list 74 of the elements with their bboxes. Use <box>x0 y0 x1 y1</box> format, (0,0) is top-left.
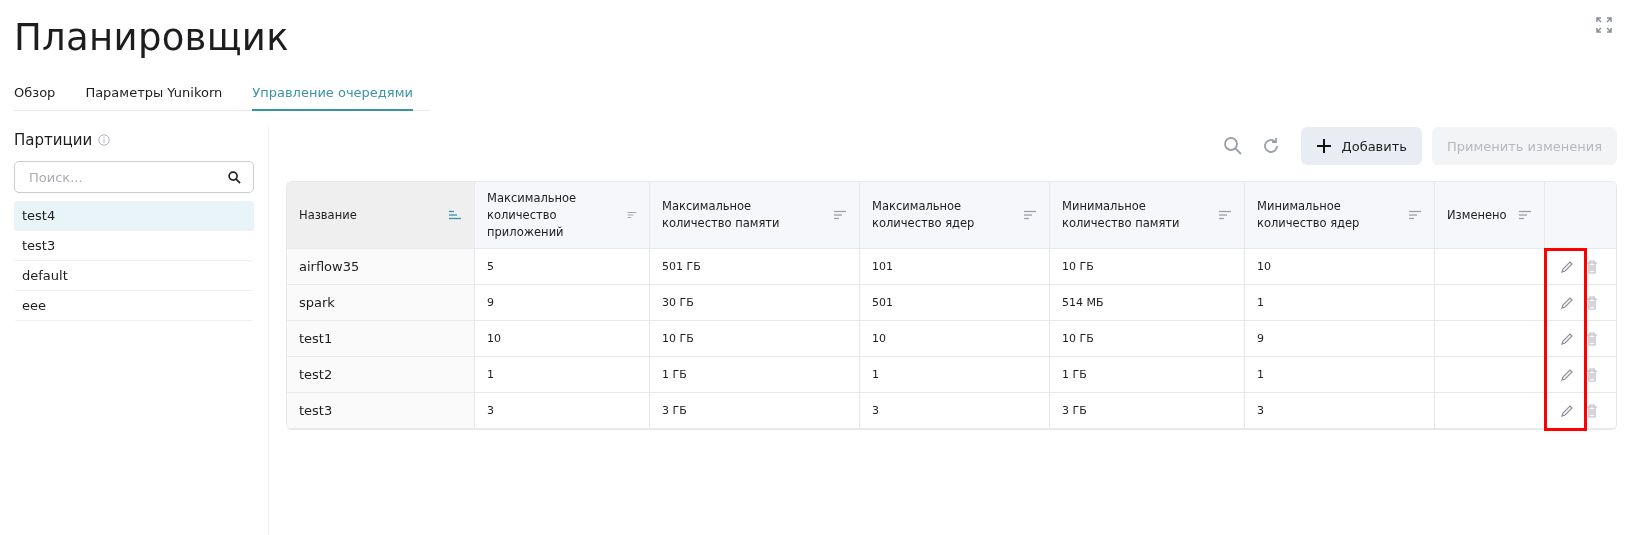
plus-icon <box>1315 138 1332 154</box>
table-cell: 9 <box>475 285 650 321</box>
table-cell: 501 <box>860 285 1050 321</box>
sort-icon[interactable] <box>1518 210 1532 220</box>
table-cell: 30 ГБ <box>650 285 860 321</box>
sort-icon[interactable] <box>833 210 847 220</box>
table-cell: 10 ГБ <box>650 321 860 357</box>
table-cell: 1 <box>860 357 1050 393</box>
table-cell: 3 ГБ <box>1050 393 1245 429</box>
column-title: Минимальное количество памяти <box>1062 198 1181 232</box>
table-cell: airflow35 <box>287 249 475 285</box>
sort-icon[interactable] <box>448 210 462 220</box>
table-cell: 3 <box>475 393 650 429</box>
table-cell: 1 <box>475 357 650 393</box>
tab[interactable]: Параметры Yunikorn <box>85 79 223 111</box>
sort-icon[interactable] <box>627 210 637 220</box>
table-cell: test2 <box>287 357 475 393</box>
info-icon[interactable] <box>98 134 111 146</box>
table-cell: 501 ГБ <box>650 249 860 285</box>
search-icon[interactable] <box>228 170 241 184</box>
table-cell: 10 ГБ <box>1050 321 1245 357</box>
column-header[interactable]: Изменено <box>1435 182 1545 249</box>
table-cell: 5 <box>475 249 650 285</box>
column-header[interactable]: Максимальное количество приложений <box>475 182 650 249</box>
trash-icon[interactable] <box>1586 403 1598 418</box>
table-cell: 3 <box>860 393 1050 429</box>
table-cell: 514 МБ <box>1050 285 1245 321</box>
table-cell: test3 <box>287 393 475 429</box>
edit-icon[interactable] <box>1560 259 1574 274</box>
column-title: Максимальное количество памяти <box>662 198 781 232</box>
trash-icon[interactable] <box>1586 331 1598 346</box>
tab[interactable]: Обзор <box>14 79 56 111</box>
trash-icon[interactable] <box>1586 367 1598 382</box>
table-cell: 3 <box>1245 393 1435 429</box>
sort-icon[interactable] <box>1218 210 1232 220</box>
column-header[interactable]: Название <box>287 182 475 249</box>
table-cell: 10 <box>860 321 1050 357</box>
table-cell: 3 ГБ <box>650 393 860 429</box>
edit-icon[interactable] <box>1560 367 1574 382</box>
sidebar-title: Партиции <box>14 131 93 149</box>
edit-icon[interactable] <box>1560 403 1574 418</box>
table-cell: 101 <box>860 249 1050 285</box>
column-title: Название <box>299 206 357 224</box>
tab[interactable]: Управление очередями <box>252 79 413 111</box>
column-title: Максимальное количество ядер <box>872 198 976 232</box>
trash-icon[interactable] <box>1586 295 1598 310</box>
page-title: Планировщик <box>14 16 289 59</box>
table-cell: 1 ГБ <box>650 357 860 393</box>
sort-icon[interactable] <box>1408 210 1422 220</box>
table-cell: 1 ГБ <box>1050 357 1245 393</box>
partition-item[interactable]: test4 <box>14 201 254 231</box>
table-cell: spark <box>287 285 475 321</box>
search-field[interactable]: Поиск... <box>14 161 254 193</box>
table-cell: 10 <box>475 321 650 357</box>
table-cell: 9 <box>1245 321 1435 357</box>
fullscreen-icon <box>1595 16 1613 34</box>
table-cell: test1 <box>287 321 475 357</box>
edit-icon[interactable] <box>1560 295 1574 310</box>
table-cell: 10 ГБ <box>1050 249 1245 285</box>
column-title: Максимальное количество приложений <box>487 189 578 241</box>
table-cell: 1 <box>1245 357 1435 393</box>
trash-icon[interactable] <box>1586 259 1598 274</box>
column-title: Минимальное количество ядер <box>1257 198 1361 232</box>
column-header[interactable]: Минимальное количество ядер <box>1245 182 1435 249</box>
column-header[interactable]: Минимальное количество памяти <box>1050 182 1245 249</box>
table-cell: 10 <box>1245 249 1435 285</box>
column-header[interactable]: Максимальное количество ядер <box>860 182 1050 249</box>
table-cell: 1 <box>1245 285 1435 321</box>
column-title: Изменено <box>1447 206 1507 224</box>
column-header[interactable]: Максимальное количество памяти <box>650 182 860 249</box>
add-button[interactable]: Добавить <box>1300 127 1422 165</box>
sort-icon[interactable] <box>1023 210 1037 220</box>
edit-icon[interactable] <box>1560 331 1574 346</box>
search-icon <box>1222 136 1243 156</box>
